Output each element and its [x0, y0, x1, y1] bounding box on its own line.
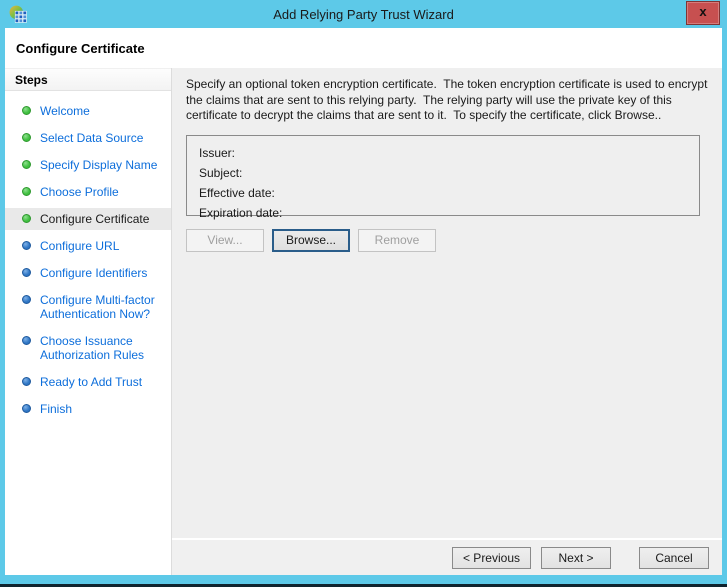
- sidebar-item-choose-profile[interactable]: Choose Profile: [5, 181, 171, 203]
- step-upcoming-icon: [22, 295, 31, 304]
- wizard-frame: Configure Certificate Steps Welcome Sele…: [5, 28, 722, 575]
- certificate-issuer-label: Issuer:: [199, 145, 236, 160]
- sidebar-item-select-data-source[interactable]: Select Data Source: [5, 127, 171, 149]
- description-text: Specify an optional token encryption cer…: [186, 77, 711, 122]
- certificate-actions: View... Browse... Remove: [186, 228, 710, 252]
- sidebar-item-configure-identifiers: Configure Identifiers: [5, 262, 171, 284]
- step-complete-icon: [22, 187, 31, 196]
- sidebar-item-welcome[interactable]: Welcome: [5, 100, 171, 122]
- page-title: Configure Certificate: [16, 40, 145, 56]
- window-title: Add Relying Party Trust Wizard: [273, 6, 454, 22]
- sidebar-item-configure-certificate[interactable]: Configure Certificate: [5, 208, 171, 230]
- step-upcoming-icon: [22, 268, 31, 277]
- remove-button: Remove: [358, 228, 436, 252]
- steps-sidebar: Steps Welcome Select Data Source Specify…: [5, 68, 171, 575]
- certificate-effective-date-label: Effective date:: [199, 185, 275, 200]
- sidebar-item-finish: Finish: [5, 398, 171, 420]
- sidebar-item-configure-url: Configure URL: [5, 235, 171, 257]
- content-pane: Specify an optional token encryption cer…: [171, 68, 722, 575]
- step-complete-icon: [22, 214, 31, 223]
- wizard-footer: < Previous Next > Cancel: [172, 538, 722, 575]
- step-upcoming-icon: [22, 241, 31, 250]
- close-icon: x: [699, 4, 707, 19]
- titlebar[interactable]: Add Relying Party Trust Wizard x: [5, 0, 722, 28]
- sidebar-item-ready-to-add-trust: Ready to Add Trust: [5, 371, 171, 393]
- step-upcoming-icon: [22, 404, 31, 413]
- steps-heading: Steps: [5, 68, 171, 91]
- sidebar-item-specify-display-name[interactable]: Specify Display Name: [5, 154, 171, 176]
- page-header: Configure Certificate: [5, 28, 722, 68]
- steps-list: Welcome Select Data Source Specify Displ…: [5, 91, 171, 425]
- wizard-window: Add Relying Party Trust Wizard x Configu…: [0, 0, 727, 587]
- cancel-button[interactable]: Cancel: [639, 546, 709, 569]
- step-upcoming-icon: [22, 336, 31, 345]
- sidebar-item-choose-issuance-rules: Choose Issuance Authorization Rules: [5, 330, 171, 366]
- view-button: View...: [186, 228, 264, 252]
- next-button[interactable]: Next >: [541, 546, 611, 569]
- certificate-subject-label: Subject:: [199, 165, 243, 180]
- previous-button[interactable]: < Previous: [451, 546, 531, 569]
- step-complete-icon: [22, 133, 31, 142]
- close-button[interactable]: x: [686, 1, 720, 25]
- step-complete-icon: [22, 160, 31, 169]
- step-complete-icon: [22, 106, 31, 115]
- sidebar-item-configure-mfa: Configure Multi-factor Authentication No…: [5, 289, 171, 325]
- browse-button[interactable]: Browse...: [272, 228, 350, 252]
- certificate-expiration-date-label: Expiration date:: [199, 205, 283, 220]
- certificate-info-box: Issuer: Subject: Effective date: Expirat…: [186, 134, 700, 220]
- step-upcoming-icon: [22, 377, 31, 386]
